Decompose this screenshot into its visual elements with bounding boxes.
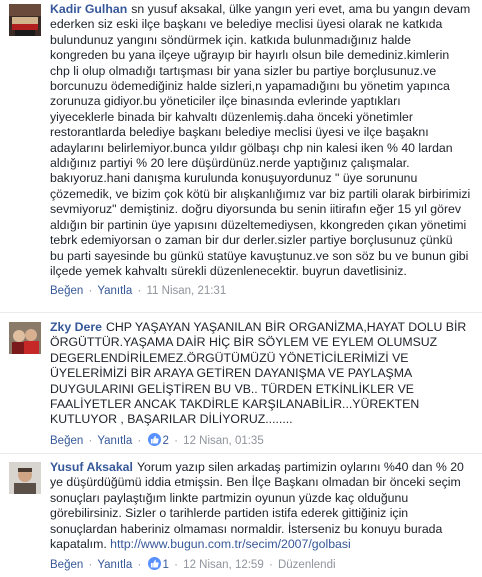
like-button[interactable]: Beğen (50, 559, 83, 571)
comment-thread: Kadir Gulhan sn yusuf aksakal, ülke yangı… (0, 0, 482, 577)
reply-button[interactable]: Yanıtla (97, 435, 132, 447)
comment-timestamp[interactable]: 12 Nisan, 12:59 (183, 559, 264, 571)
comment-timestamp[interactable]: 12 Nisan, 01:35 (183, 435, 264, 447)
avatar[interactable] (9, 462, 41, 494)
avatar[interactable] (9, 322, 41, 354)
edited-label[interactable]: Düzenlendi (278, 559, 336, 571)
divider (0, 312, 482, 313)
comment-text: Zky Dere CHP YAŞAYAN YAŞANILAN BİR ORGANİ… (50, 320, 467, 427)
avatar[interactable] (9, 4, 41, 36)
comment-author[interactable]: Yusuf Aksakal (50, 460, 133, 474)
comment-author[interactable]: Zky Dere (50, 320, 102, 334)
reply-button[interactable]: Yanıtla (97, 285, 132, 297)
like-button[interactable]: Beğen (50, 285, 83, 297)
like-count[interactable]: 1 (163, 559, 169, 571)
external-link[interactable]: http://www.bugun.com.tr/secim/2007/golba… (110, 537, 351, 551)
like-button[interactable]: Beğen (50, 435, 83, 447)
divider (0, 453, 482, 454)
comment-actions: Beğen · Yanıtla · 11 Nisan, 21:31 (50, 285, 227, 298)
comment-actions: Beğen · Yanıtla · 2 · 12 Nisan, 01:35 (50, 432, 264, 447)
like-count-icon[interactable] (147, 432, 161, 446)
comment-actions: Beğen · Yanıtla · 1 · 12 Nisan, 12:59 · … (50, 557, 336, 572)
comment-timestamp[interactable]: 11 Nisan, 21:31 (147, 285, 227, 297)
like-count[interactable]: 2 (163, 435, 169, 447)
like-count-icon[interactable] (147, 557, 161, 571)
comment-text: Kadir Gulhan sn yusuf aksakal, ülke yangı… (50, 2, 471, 278)
comment-text: Yusuf Aksakal Yorum yazıp silen arkadaş p… (50, 460, 464, 552)
comment-author[interactable]: Kadir Gulhan (50, 2, 127, 16)
reply-button[interactable]: Yanıtla (97, 559, 132, 571)
